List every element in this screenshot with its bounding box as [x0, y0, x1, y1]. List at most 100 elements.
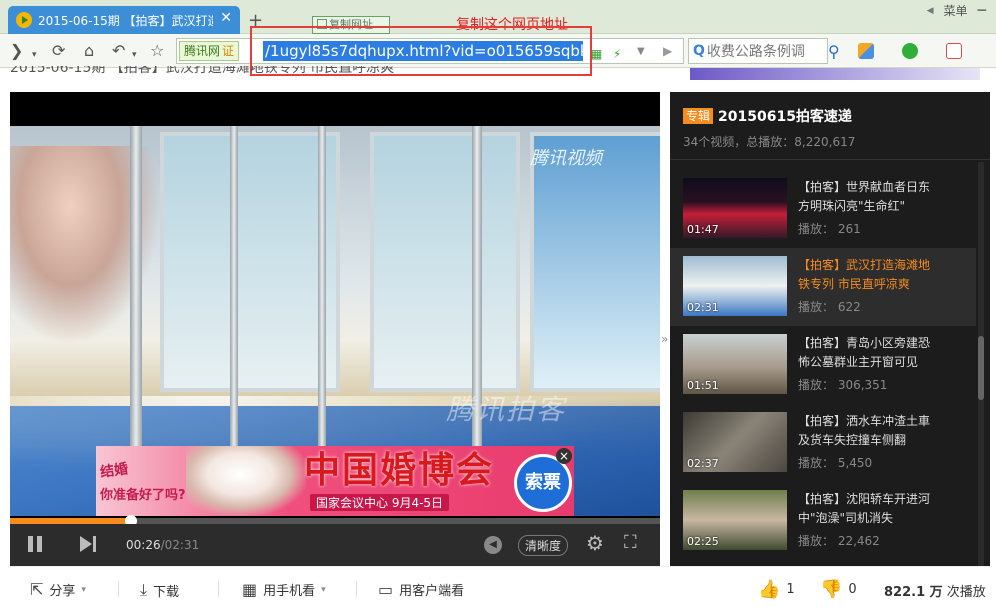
subway-window	[160, 132, 340, 392]
tencent-video-watermark: 腾讯视频	[530, 148, 602, 169]
menu-button[interactable]: 菜单	[944, 2, 968, 19]
wedding-expo-ad[interactable]: 结婚 你准备好了吗? 中国婚博会 国家会议中心 9月4-5日 索票 ×	[96, 446, 574, 516]
address-dropdown-icon[interactable]: ▼	[637, 46, 645, 57]
album-tag: 专辑	[683, 108, 714, 124]
site-badge-label: 腾讯网	[184, 44, 221, 58]
client-watch-button[interactable]: ▭ 用客户端看	[378, 580, 464, 599]
current-time: 00:26	[126, 538, 161, 552]
plays-suffix: 次播放	[942, 585, 986, 600]
collapse-arrow-icon[interactable]: »	[661, 332, 668, 346]
album-title[interactable]: 20150615拍客速递	[718, 106, 852, 126]
time-display: 00:26/02:31	[126, 538, 199, 552]
thumbnail-duration: 02:31	[687, 301, 719, 314]
search-engine-icon[interactable]: Q	[693, 43, 705, 59]
star-icon[interactable]: ☆	[150, 42, 164, 60]
playlist-scrollbar[interactable]	[978, 162, 984, 566]
tencent-video-favicon-icon	[16, 12, 32, 28]
player-controls: 00:26/02:31 ◀ 清晰度 ⚙ ⛶	[10, 524, 660, 566]
dislike-button[interactable]: 👎 0	[820, 579, 857, 600]
album-meta: 34个视频，总播放：8,220,617	[683, 135, 856, 149]
ad-left-text: 结婚	[99, 461, 130, 481]
window-controls: ◀ 菜单 ─	[927, 2, 986, 19]
search-placeholder: 收费公路条例调	[706, 44, 805, 60]
pause-icon[interactable]	[28, 536, 44, 552]
menu-arrow-icon[interactable]: ◀	[927, 6, 934, 16]
ad-venue: 国家会议中心 9月4-5日	[310, 494, 450, 511]
ad-couple-image	[186, 446, 306, 516]
duration: /02:31	[160, 538, 200, 552]
thumbnail: 02:31	[683, 256, 787, 316]
mobile-watch-button[interactable]: ▦ 用手机看 ▾	[242, 580, 326, 599]
chevron-down-icon: ▾	[81, 584, 86, 595]
thumbnail: 01:47	[683, 178, 787, 238]
quality-button[interactable]: 清晰度	[518, 535, 569, 556]
video-player[interactable]: 腾讯视频 腾讯拍客 结婚 你准备好了吗? 中国婚博会 国家会议中心 9月4-5日…	[10, 92, 660, 566]
thumbnail-duration: 02:37	[687, 457, 719, 470]
thumbnail-duration: 01:51	[687, 379, 719, 392]
security-icon[interactable]	[902, 43, 918, 59]
next-icon[interactable]	[80, 536, 98, 552]
browser-tab[interactable]: 2015-06-15期 【拍客】武汉打造 ✕	[8, 6, 240, 34]
refresh-icon[interactable]: ⟳	[52, 42, 65, 60]
lightning-icon[interactable]: ⚡	[613, 47, 621, 61]
video-title: 2015-06-15期 【拍客】武汉打造海滩地铁专列 市民直呼凉爽	[10, 66, 395, 76]
playlist-item-active[interactable]: 02:31 【拍客】武汉打造海滩地铁专列 市民直呼凉爽 播放： 622	[670, 248, 976, 326]
item-plays: 播放： 22,462	[798, 534, 880, 548]
gear-icon[interactable]: ⚙	[586, 533, 604, 553]
share-button[interactable]: ⇱ 分享 ▾	[30, 580, 86, 599]
go-icon[interactable]: ▶	[663, 44, 672, 58]
subway-window	[530, 132, 660, 392]
divider	[218, 581, 219, 597]
apps-icon[interactable]	[858, 43, 874, 59]
playlist-item[interactable]: 01:51 【拍客】青岛小区旁建恐怖公墓群业主开窗可见 播放： 306,351	[670, 326, 976, 404]
search-icon[interactable]: ⚲	[828, 42, 840, 61]
action-bar: ⇱ 分享 ▾ ⤓ 下载 ▦ 用手机看 ▾ ▭ 用客户端看 👍 1 👎 0 822…	[10, 566, 990, 610]
divider	[118, 581, 119, 597]
tab-close-icon[interactable]: ✕	[220, 11, 232, 25]
total-plays: 822.1 万 次播放	[884, 581, 986, 600]
top-right-banner[interactable]	[690, 68, 980, 80]
thumbs-up-icon: 👍	[758, 579, 781, 600]
item-title: 【拍客】世界献血者日东方明珠闪亮"生命红"	[798, 180, 931, 213]
ad-title: 中国婚博会	[304, 450, 495, 491]
item-title: 【拍客】武汉打造海滩地铁专列 市民直呼凉爽	[798, 258, 931, 291]
minimize-icon[interactable]: ─	[978, 3, 986, 19]
site-badge[interactable]: 腾讯网证	[179, 41, 240, 61]
share-label: 分享	[49, 584, 76, 599]
back-dropdown-icon[interactable]: ▾	[32, 46, 37, 64]
playlist-panel: » 专辑 20150615拍客速递 34个视频，总播放：8,220,617 01…	[661, 92, 990, 566]
chevron-down-icon: ▾	[321, 584, 326, 595]
volume-icon[interactable]: ◀	[484, 536, 502, 554]
client-label: 用客户端看	[399, 584, 465, 599]
download-label: 下载	[153, 584, 180, 600]
qr-code-icon[interactable]: ▦	[591, 47, 602, 61]
search-input[interactable]: Q 收费公路条例调	[688, 38, 828, 64]
plays-value: 822.1 万	[884, 585, 943, 600]
item-title: 【拍客】青岛小区旁建恐怖公墓群业主开窗可见	[798, 336, 931, 369]
home-icon[interactable]: ⌂	[84, 42, 94, 60]
undo-icon[interactable]: ↶	[112, 42, 125, 60]
tencent-paike-watermark: 腾讯拍客	[446, 393, 567, 426]
fullscreen-icon[interactable]: ⛶	[624, 534, 637, 552]
playlist-scrollbar-thumb[interactable]	[978, 336, 984, 400]
thumbs-down-icon: 👎	[820, 579, 843, 600]
item-plays: 播放： 5,450	[798, 456, 873, 470]
subway-window	[370, 132, 520, 392]
adblock-icon[interactable]	[946, 43, 962, 59]
monitor-icon: ▭	[378, 580, 394, 599]
ad-close-icon[interactable]: ×	[556, 448, 572, 464]
dislike-count: 0	[848, 582, 857, 597]
like-button[interactable]: 👍 1	[758, 579, 795, 600]
back-icon[interactable]: ❯	[10, 42, 23, 60]
playlist-item[interactable]: 01:47 【拍客】世界献血者日东方明珠闪亮"生命红" 播放： 261	[670, 170, 976, 248]
thumbnail: 01:51	[683, 334, 787, 394]
playlist-item[interactable]: 02:25 【拍客】沈阳轿车开进河中"泡澡"司机消失 播放： 22,462	[670, 482, 976, 560]
thumbnail-duration: 01:47	[687, 223, 719, 236]
tab-title: 2015-06-15期 【拍客】武汉打造	[38, 13, 213, 28]
playlist-item[interactable]: 02:37 【拍客】洒水车冲渣土車及货车失控撞车侧翻 播放： 5,450	[670, 404, 976, 482]
undo-dropdown-icon[interactable]: ▾	[132, 46, 137, 64]
item-plays: 播放： 622	[798, 300, 861, 314]
thumbnail: 02:25	[683, 490, 787, 550]
download-button[interactable]: ⤓ 下载	[140, 580, 179, 600]
divider	[356, 581, 357, 597]
